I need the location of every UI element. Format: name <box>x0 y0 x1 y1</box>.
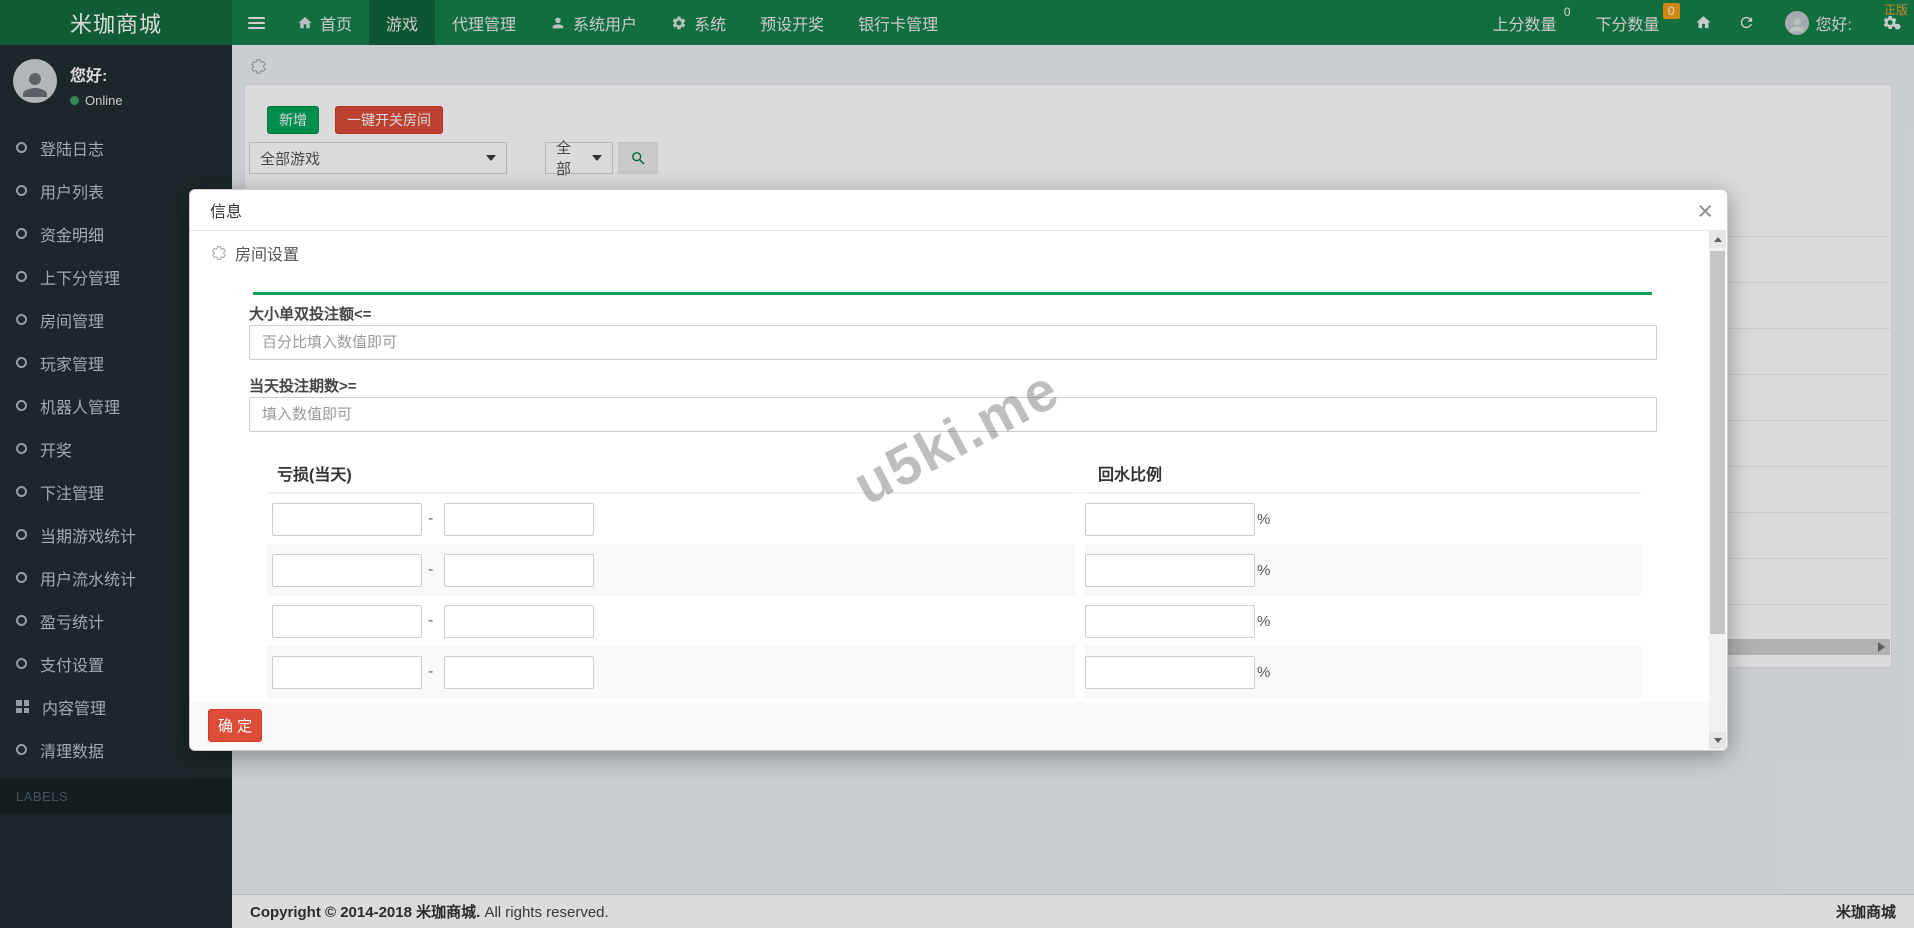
vertical-scrollbar[interactable] <box>1709 231 1726 749</box>
loss-max-input[interactable] <box>444 503 594 536</box>
rebate-percent-input[interactable] <box>1085 605 1255 638</box>
loss-max-input[interactable] <box>444 656 594 689</box>
scrollbar-thumb[interactable] <box>1710 251 1725 634</box>
rebate-settings-table: 亏损(当天) 回水比例 - % - <box>267 453 1641 702</box>
scroll-up-button[interactable] <box>1709 231 1726 248</box>
section-title: 房间设置 <box>235 241 299 265</box>
bet-amount-label: 大小单双投注额<= <box>249 303 372 324</box>
rebate-percent-input[interactable] <box>1085 656 1255 689</box>
bet-amount-input[interactable] <box>249 325 1657 360</box>
close-icon[interactable]: × <box>1697 192 1713 230</box>
loss-min-input[interactable] <box>272 605 422 638</box>
loss-min-input[interactable] <box>272 656 422 689</box>
table-row: - % <box>267 493 1641 544</box>
loss-min-input[interactable] <box>272 503 422 536</box>
table-row: - % <box>267 544 1641 595</box>
green-divider <box>253 292 1652 295</box>
bet-periods-input[interactable] <box>249 397 1657 432</box>
arrow-down-icon <box>1714 738 1722 743</box>
loss-max-input[interactable] <box>444 554 594 587</box>
arrow-up-icon <box>1714 237 1722 242</box>
room-settings-modal: 信息 × 房间设置 大小单双投注额<= 当天投注期数>= 亏损(当天) 回水比例… <box>189 189 1728 751</box>
modal-title: 信息 <box>210 198 242 222</box>
table-row: - % <box>267 646 1641 697</box>
loss-min-input[interactable] <box>272 554 422 587</box>
modal-header: 信息 × <box>190 190 1727 231</box>
section-title-row: 房间设置 <box>211 241 299 265</box>
table-row: - % <box>267 595 1641 646</box>
bet-periods-label: 当天投注期数>= <box>249 375 357 396</box>
rebate-percent-input[interactable] <box>1085 503 1255 536</box>
modal-footer: 确 定 <box>190 702 1727 750</box>
loss-max-input[interactable] <box>444 605 594 638</box>
confirm-button[interactable]: 确 定 <box>208 709 262 742</box>
rebate-percent-input[interactable] <box>1085 554 1255 587</box>
gear-outline-icon <box>211 245 227 261</box>
modal-body: 房间设置 大小单双投注额<= 当天投注期数>= 亏损(当天) 回水比例 - % <box>190 231 1727 702</box>
scroll-down-button[interactable] <box>1709 732 1726 749</box>
loss-column-header: 亏损(当天) <box>267 461 1075 485</box>
rebate-column-header: 回水比例 <box>1085 461 1641 485</box>
table-header-row: 亏损(当天) 回水比例 <box>267 453 1641 493</box>
